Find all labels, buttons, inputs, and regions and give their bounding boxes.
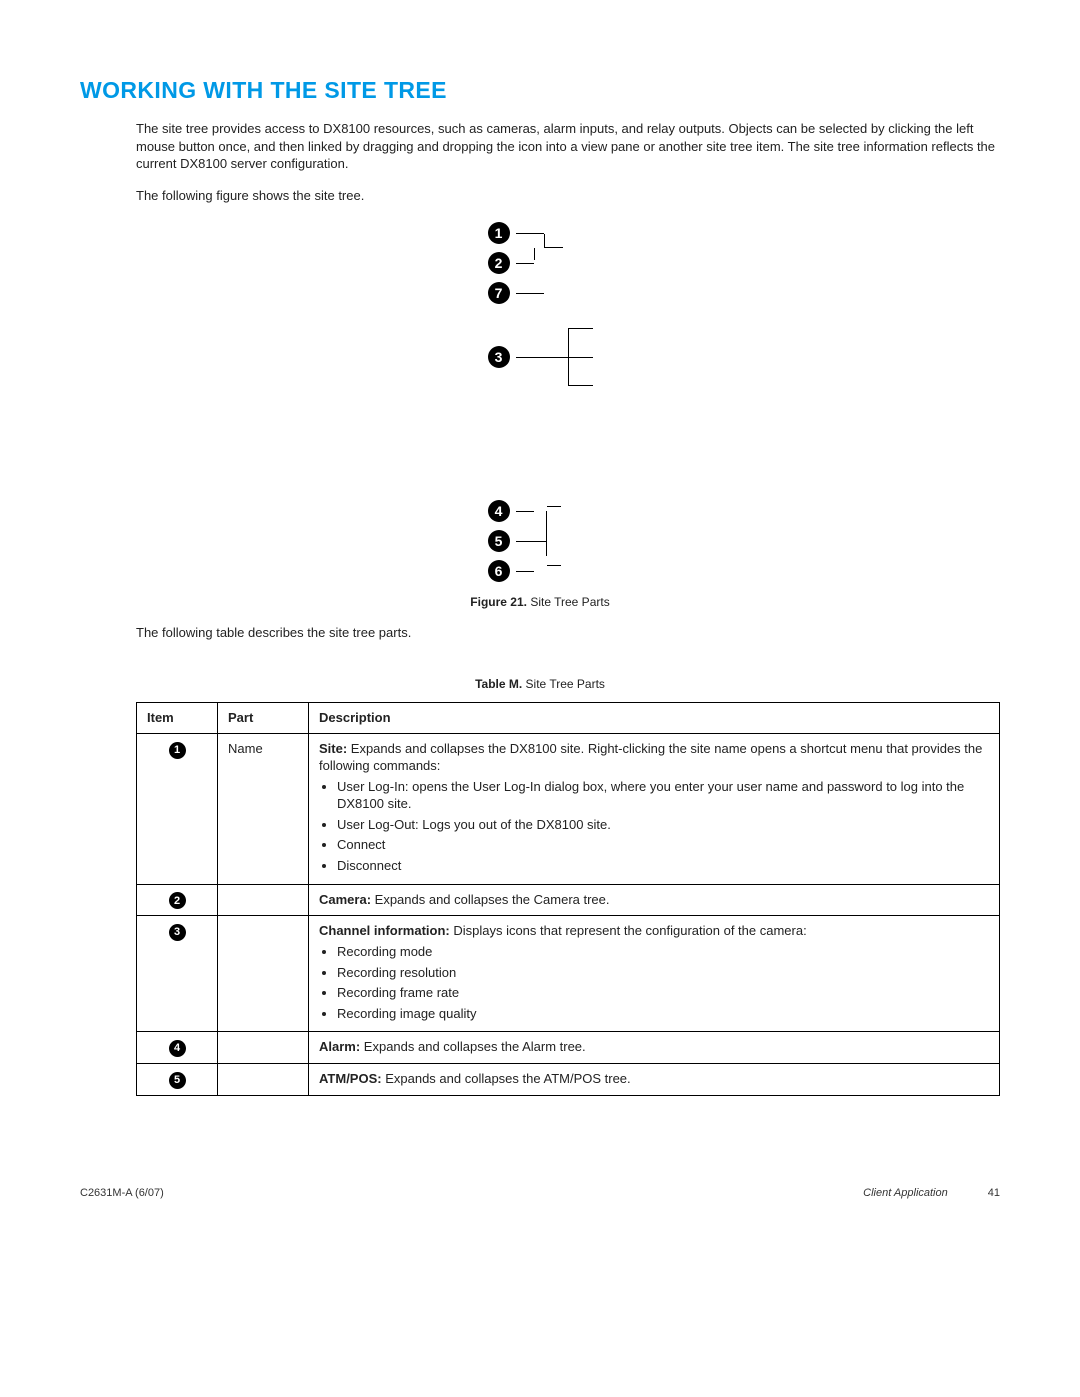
- callout-3-icon: 3: [488, 346, 510, 368]
- cell-description: Camera: Expands and collapses the Camera…: [309, 884, 1000, 916]
- callout-5-icon: 5: [488, 530, 510, 552]
- callout-2-icon: 2: [488, 252, 510, 274]
- th-item: Item: [137, 703, 218, 734]
- cell-description: Site: Expands and collapses the DX8100 s…: [309, 733, 1000, 884]
- bullet-item: User Log-In: opens the User Log-In dialo…: [337, 778, 989, 813]
- cell-part: Name: [218, 733, 309, 884]
- footer-page: 41: [988, 1186, 1000, 1201]
- bullet-item: Recording frame rate: [337, 984, 989, 1002]
- cell-item: 1: [137, 733, 218, 884]
- cell-part: [218, 884, 309, 916]
- cell-part: [218, 1032, 309, 1064]
- callout-7-icon: 7: [488, 282, 510, 304]
- callout-6-icon: 6: [488, 560, 510, 582]
- footer-docid: C2631M-A (6/07): [80, 1186, 164, 1201]
- table-row: 4 Alarm: Expands and collapses the Alarm …: [137, 1032, 1000, 1064]
- bullet-item: Connect: [337, 836, 989, 854]
- cell-item: 4: [137, 1032, 218, 1064]
- cell-item: 5: [137, 1064, 218, 1096]
- cell-description: ATM/POS: Expands and collapses the ATM/P…: [309, 1064, 1000, 1096]
- callout-1-icon: 1: [488, 222, 510, 244]
- cell-description: Alarm: Expands and collapses the Alarm t…: [309, 1032, 1000, 1064]
- item-number-icon: 5: [169, 1072, 186, 1089]
- item-number-icon: 3: [169, 924, 186, 941]
- figure-title: Site Tree Parts: [530, 595, 609, 609]
- table-title: Site Tree Parts: [526, 677, 605, 691]
- table-row: 3 Channel information: Displays icons tha…: [137, 916, 1000, 1032]
- site-tree-parts-table: Item Part Description 1 NameSite: Expands…: [136, 702, 1000, 1096]
- table-row: 1 NameSite: Expands and collapses the DX8…: [137, 733, 1000, 884]
- cell-item: 2: [137, 884, 218, 916]
- item-number-icon: 4: [169, 1040, 186, 1057]
- intro-paragraph: The site tree provides access to DX8100 …: [136, 120, 1000, 173]
- cell-item: 3: [137, 916, 218, 1032]
- page-footer: C2631M-A (6/07) Client Application 41: [80, 1186, 1000, 1201]
- item-number-icon: 1: [169, 742, 186, 759]
- footer-section: Client Application: [863, 1186, 948, 1201]
- th-description: Description: [309, 703, 1000, 734]
- cell-part: [218, 1064, 309, 1096]
- table-row: 5 ATM/POS: Expands and collapses the ATM/…: [137, 1064, 1000, 1096]
- bullet-item: User Log-Out: Logs you out of the DX8100…: [337, 816, 989, 834]
- bullet-item: Disconnect: [337, 857, 989, 875]
- bullet-item: Recording resolution: [337, 964, 989, 982]
- section-heading: WORKING WITH THE SITE TREE: [80, 75, 1000, 106]
- cell-part: [218, 916, 309, 1032]
- bullet-item: Recording image quality: [337, 1005, 989, 1023]
- table-label: Table M.: [475, 677, 522, 691]
- cell-description: Channel information: Displays icons that…: [309, 916, 1000, 1032]
- th-part: Part: [218, 703, 309, 734]
- figure-site-tree: 1 2 7 3: [80, 218, 1000, 610]
- callout-4-icon: 4: [488, 500, 510, 522]
- bullet-item: Recording mode: [337, 943, 989, 961]
- figure-label: Figure 21.: [470, 595, 527, 609]
- table-row: 2 Camera: Expands and collapses the Camer…: [137, 884, 1000, 916]
- intro-line-2: The following figure shows the site tree…: [136, 187, 1000, 205]
- item-number-icon: 2: [169, 892, 186, 909]
- table-intro-text: The following table describes the site t…: [136, 624, 1000, 642]
